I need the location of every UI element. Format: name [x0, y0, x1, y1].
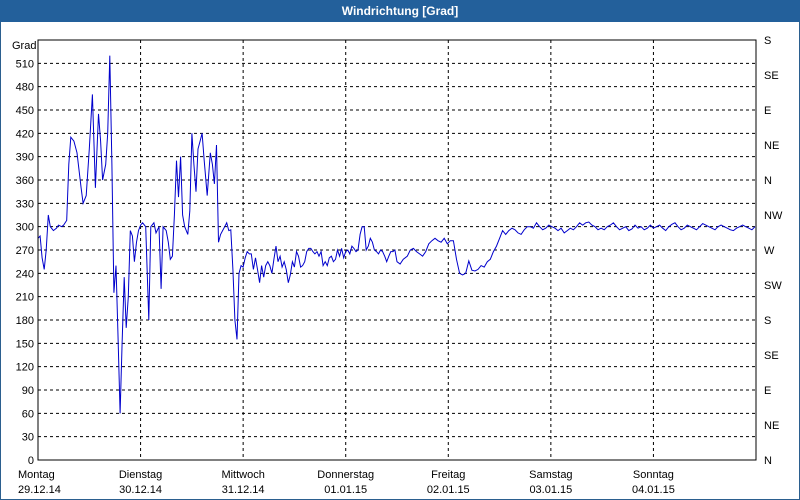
x-tick-date-label: 30.12.14 — [119, 484, 162, 496]
y-axis-title: Grad — [12, 40, 36, 52]
y-tick-label: 450 — [16, 105, 34, 117]
x-tick-day-label: Donnerstag — [317, 469, 374, 481]
compass-tick-label: E — [764, 105, 771, 117]
compass-tick-label: SE — [764, 350, 779, 362]
x-tick-day-label: Sonntag — [633, 469, 674, 481]
y-tick-label: 150 — [16, 338, 34, 350]
y-tick-label: 420 — [16, 128, 34, 140]
x-tick-date-label: 01.01.15 — [324, 484, 367, 496]
compass-tick-label: NE — [764, 140, 779, 152]
y-tick-label: 210 — [16, 292, 34, 304]
x-tick-date-label: 29.12.14 — [18, 484, 61, 496]
y-tick-label: 360 — [16, 175, 34, 187]
y-tick-label: 390 — [16, 152, 34, 164]
compass-tick-label: SW — [764, 280, 782, 292]
line-chart: Grad 0 30 60 90 120 150 180 210 240 270 300 330 360 39… — [12, 35, 783, 496]
x-tick-day-label: Samstag — [529, 469, 572, 481]
wind-direction-series-line — [37, 55, 756, 414]
x-tick-date-label: 02.01.15 — [427, 484, 470, 496]
left-y-axis: Grad 0 30 60 90 120 150 180 210 240 270 300 330 360 39… — [12, 40, 36, 467]
y-tick-label: 30 — [22, 432, 34, 444]
compass-tick-label: N — [764, 175, 772, 187]
compass-tick-label: NW — [764, 210, 783, 222]
y-tick-label: 270 — [16, 245, 34, 257]
x-tick-date-label: 04.01.15 — [632, 484, 675, 496]
x-tick-day-label: Freitag — [431, 469, 465, 481]
y-tick-label: 60 — [22, 408, 34, 420]
compass-tick-label: W — [764, 245, 775, 257]
compass-tick-label: NE — [764, 420, 779, 432]
y-tick-label: 0 — [28, 455, 34, 467]
y-tick-label: 300 — [16, 222, 34, 234]
x-tick-day-label: Montag — [18, 469, 55, 481]
series-group — [37, 55, 756, 414]
x-axis: Montag 29.12.14 Dienstag 30.12.14 Mittwoch 31… — [18, 469, 675, 496]
compass-tick-label: N — [764, 455, 772, 467]
x-tick-date-label: 31.12.14 — [222, 484, 265, 496]
y-tick-label: 120 — [16, 362, 34, 374]
x-tick-day-label: Mittwoch — [221, 469, 264, 481]
y-tick-label: 90 — [22, 385, 34, 397]
grid-lines — [38, 40, 756, 460]
compass-tick-label: SE — [764, 70, 779, 82]
plot-area-border — [37, 39, 757, 461]
y-tick-label: 180 — [16, 315, 34, 327]
y-tick-label: 240 — [16, 268, 34, 280]
compass-tick-label: E — [764, 385, 771, 397]
right-y-axis: N NE E SE S SW W NW N NE E SE S — [764, 35, 783, 467]
x-tick-day-label: Dienstag — [119, 469, 162, 481]
compass-tick-label: S — [764, 35, 771, 47]
y-tick-label: 510 — [16, 58, 34, 70]
compass-tick-label: S — [764, 315, 771, 327]
y-tick-label: 330 — [16, 198, 34, 210]
y-tick-label: 480 — [16, 82, 34, 94]
x-tick-date-label: 03.01.15 — [529, 484, 572, 496]
